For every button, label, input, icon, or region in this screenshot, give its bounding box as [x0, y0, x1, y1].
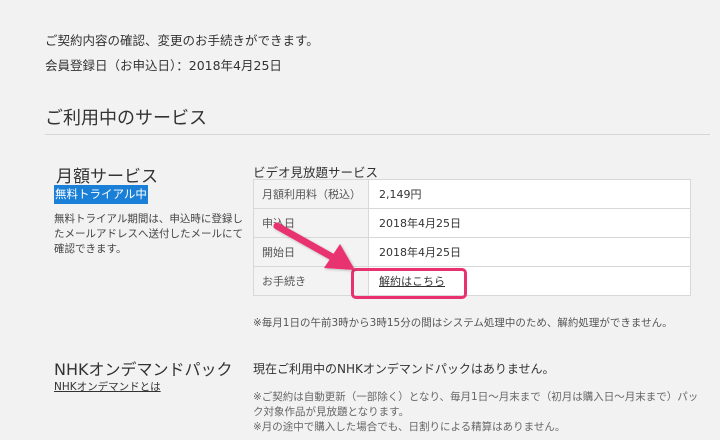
nhk-pack-title: NHKオンデマンドパック: [54, 360, 233, 379]
nhk-pack-status: 現在ご利用中のNHKオンデマンドパックはありません。: [253, 362, 555, 376]
nhk-pack-notes: ※ご契約は自動更新（一部除く）となり、毎月1日～月末まで（初月は購入日～月末まで…: [253, 390, 703, 435]
nhk-note-no-prorate: ※月の途中で購入した場合でも、日割りによる精算はありません。: [253, 421, 566, 433]
cancel-note: ※毎月1日の午前3時から3時15分の間はシステム処理中のため、解約処理ができませ…: [253, 317, 673, 329]
nhk-about-link[interactable]: NHKオンデマンドとは: [54, 379, 161, 394]
nhk-note-auto-renew: ※ご契約は自動更新（一部除く）となり、毎月1日～月末まで（初月は購入日～月末まで…: [253, 391, 699, 418]
